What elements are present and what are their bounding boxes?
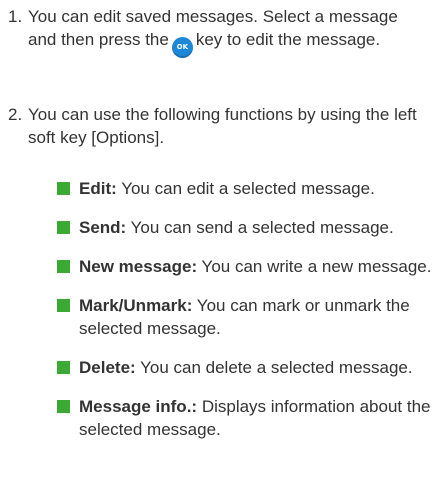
function-description: You can edit a selected message. xyxy=(116,179,375,198)
step-number: 1. xyxy=(8,7,23,26)
green-square-bullet-icon xyxy=(57,221,70,234)
step-number: 2. xyxy=(8,105,23,124)
green-square-bullet-icon xyxy=(57,400,70,413)
options-function-list: Edit: You can edit a selected message. S… xyxy=(57,177,432,457)
function-term: Mark/Unmark: xyxy=(79,296,193,315)
function-description: You can write a new message. xyxy=(197,257,432,276)
function-item-mark-unmark: Mark/Unmark: You can mark or unmark the … xyxy=(57,294,432,340)
step-text-after: key to edit the message. xyxy=(195,30,381,49)
step-text: You can edit saved messages. Select a me… xyxy=(28,5,428,58)
step-text: You can use the following functions by u… xyxy=(28,105,417,147)
green-square-bullet-icon xyxy=(57,182,70,195)
ok-key-icon: OK xyxy=(171,37,193,58)
green-square-bullet-icon xyxy=(57,361,70,374)
manual-page: 1. You can edit saved messages. Select a… xyxy=(0,0,437,478)
function-item-edit: Edit: You can edit a selected message. xyxy=(57,177,432,200)
function-item-new-message: New message: You can write a new message… xyxy=(57,255,432,278)
function-description: You can send a selected message. xyxy=(126,218,394,237)
step-2: 2. You can use the following functions b… xyxy=(8,103,428,149)
function-item-delete: Delete: You can delete a selected messag… xyxy=(57,356,432,379)
function-item-message-info: Message info.: Displays information abou… xyxy=(57,395,432,441)
function-description: You can delete a selected message. xyxy=(135,358,413,377)
function-term: Send: xyxy=(79,218,127,237)
step-1: 1. You can edit saved messages. Select a… xyxy=(8,5,428,58)
function-term: Edit: xyxy=(79,179,117,198)
green-square-bullet-icon xyxy=(57,260,70,273)
function-term: Message info.: xyxy=(79,397,198,416)
function-item-send: Send: You can send a selected message. xyxy=(57,216,432,239)
green-square-bullet-icon xyxy=(57,299,70,312)
function-term: New message: xyxy=(79,257,198,276)
function-term: Delete: xyxy=(79,358,136,377)
